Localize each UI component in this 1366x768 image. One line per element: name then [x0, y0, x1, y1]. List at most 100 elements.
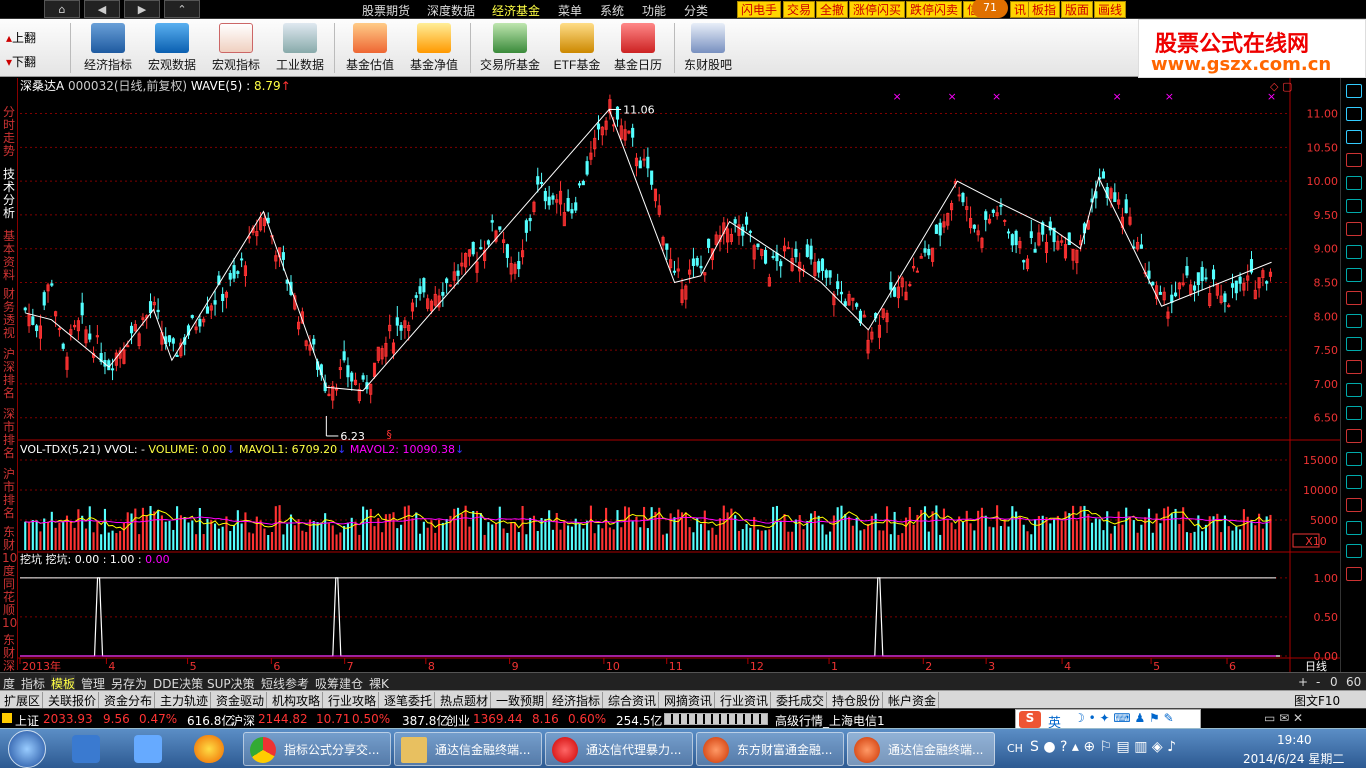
left-tab-4[interactable]: 沪深排名	[2, 348, 16, 400]
extension-tab-8[interactable]: 热点题材	[438, 692, 492, 709]
tool-exchange-fund[interactable]: 交易所基金	[478, 21, 542, 75]
tool-macro-data[interactable]: 宏观数据	[140, 21, 204, 75]
up-button[interactable]: ⌃	[164, 0, 200, 18]
tool-industry-data[interactable]: 工业数据	[268, 21, 332, 75]
quick-cancel-all[interactable]: 全撤	[816, 1, 849, 18]
ime-tools-icon[interactable]: ☽ • ✦ ⌨ ♟ ⚑ ✎	[1074, 711, 1174, 725]
extension-tab-2[interactable]: 资金分布	[102, 692, 156, 709]
menu-item-depth[interactable]: 深度数据	[427, 2, 475, 19]
f5-icon[interactable]	[1346, 544, 1362, 558]
menu-item-system[interactable]: 系统	[600, 2, 624, 19]
task-eastmoney[interactable]: 东方财富通金融...	[696, 732, 844, 766]
f10-icon[interactable]	[1346, 291, 1362, 305]
extension-tab-10[interactable]: 经济指标	[550, 692, 604, 709]
task-tdx-1[interactable]: 通达信金融终端...	[394, 732, 542, 766]
quick-limit-down-sell[interactable]: 跌停闪卖	[906, 1, 963, 18]
left-arrow-icon[interactable]	[1346, 84, 1362, 98]
extension-tab-11[interactable]: 综合资讯	[606, 692, 660, 709]
kline-chart[interactable]: 11.0010.5010.009.509.008.508.007.507.006…	[0, 78, 1340, 672]
left-tab-7[interactable]: 东财10度	[2, 526, 17, 578]
page-down-button[interactable]: ▾下翻	[6, 53, 36, 70]
left-tab-3[interactable]: 财务透视	[2, 288, 16, 340]
list-icon[interactable]	[1346, 268, 1362, 282]
grid-icon[interactable]	[1346, 222, 1362, 236]
wave-icon[interactable]	[1346, 406, 1362, 420]
forward-button[interactable]: ▶	[124, 0, 160, 18]
move-icon[interactable]	[1346, 475, 1362, 489]
extension-tab-15[interactable]: 持仓股份	[830, 692, 884, 709]
bars-icon[interactable]	[1346, 452, 1362, 466]
zoom-control-2[interactable]: 0	[1330, 675, 1338, 689]
left-tab-8[interactable]: 同花顺10	[2, 578, 17, 630]
menu-item-econ-fund[interactable]: 经济基金	[492, 2, 540, 19]
quick-layout[interactable]: 版面	[1061, 1, 1094, 18]
left-tab-2[interactable]: 基本资料	[2, 230, 16, 282]
tool-fund-valuation[interactable]: 基金估值	[338, 21, 402, 75]
plus-icon[interactable]	[1346, 498, 1362, 512]
extension-tab-5[interactable]: 机构攻略	[270, 692, 324, 709]
chart-area[interactable]: 11.00 10.50 10.00 9.50 9.00 8.50 8.00 7.50 7.00 6…	[0, 78, 1366, 688]
doc-icon[interactable]	[1346, 153, 1362, 167]
green-icon[interactable]	[1346, 567, 1362, 581]
ime-toolbar[interactable]: S 英 ☽ • ✦ ⌨ ♟ ⚑ ✎	[1015, 709, 1201, 731]
extension-tab-7[interactable]: 逐笔委托	[382, 692, 436, 709]
notification-badge[interactable]: 71	[972, 0, 1008, 18]
up-arrow-icon[interactable]	[1346, 107, 1362, 121]
tool-fund-nav[interactable]: 基金净值	[402, 21, 466, 75]
language-indicator[interactable]: CH	[1007, 742, 1023, 755]
clock-time[interactable]: 19:40	[1277, 733, 1312, 747]
media-player-icon[interactable]	[72, 735, 100, 763]
f10-tab[interactable]: 图文F10	[1292, 692, 1342, 709]
left-tab-1[interactable]: 技术分析	[2, 168, 16, 220]
task-tdx-2[interactable]: 通达信金融终端...	[847, 732, 995, 766]
quick-draw-line[interactable]: 画线	[1094, 1, 1127, 18]
quick-limit-up-buy[interactable]: 涨停闪买	[849, 1, 906, 18]
extension-tab-12[interactable]: 网摘资讯	[662, 692, 716, 709]
extension-tab-4[interactable]: 资金驱动	[214, 692, 268, 709]
zoom-control-0[interactable]: +	[1298, 675, 1308, 689]
pencil-icon[interactable]	[1346, 521, 1362, 535]
quick-xun[interactable]: 讯	[1010, 1, 1031, 18]
box2-icon[interactable]	[1346, 314, 1362, 328]
tool-econ-indicators[interactable]: 经济指标	[76, 21, 140, 75]
fiz-icon[interactable]	[1346, 337, 1362, 351]
window-controls[interactable]: ▭ ✉ ✕	[1264, 711, 1303, 725]
menu-item-category[interactable]: 分类	[684, 2, 708, 19]
extension-tab-9[interactable]: 一致预期	[494, 692, 548, 709]
menu-item-stocks[interactable]: 股票期货	[362, 2, 410, 19]
clock-date[interactable]: 2014/6/24 星期二	[1243, 750, 1344, 767]
menu-item-function[interactable]: 功能	[642, 2, 666, 19]
tray-icons[interactable]: S ● ? ▴ ⊕ ⚐ ▤ ▥ ◈ ♪	[1030, 739, 1176, 755]
zoom-control-3[interactable]: 60	[1346, 675, 1361, 689]
chart-icon[interactable]	[1346, 199, 1362, 213]
extension-tab-13[interactable]: 行业资讯	[718, 692, 772, 709]
quick-board-index[interactable]: 板指	[1028, 1, 1061, 18]
left-tab-6[interactable]: 沪市排名	[2, 468, 16, 520]
menu-item-menu[interactable]: 菜单	[558, 2, 582, 19]
page-up-button[interactable]: ▴上翻	[6, 29, 36, 46]
left-tab-5[interactable]: 深市排名	[2, 408, 16, 460]
circle-icon[interactable]	[1346, 383, 1362, 397]
paint-icon[interactable]	[194, 735, 224, 763]
tool-eastmoney-forum[interactable]: 东财股吧	[676, 21, 740, 75]
table-icon[interactable]	[1346, 176, 1362, 190]
left-tab-0[interactable]: 分时走势	[2, 106, 16, 158]
data-feed-label[interactable]: 高级行情_上海电信1	[775, 712, 885, 729]
extension-tab-16[interactable]: 帐户资金	[886, 692, 940, 709]
extension-tab-14[interactable]: 委托成交	[774, 692, 828, 709]
tool-macro-indicators[interactable]: 宏观指标	[204, 21, 268, 75]
box-icon[interactable]	[1346, 245, 1362, 259]
desktop-icon[interactable]	[134, 735, 162, 763]
zoom-control-1[interactable]: -	[1316, 675, 1320, 689]
extension-tab-6[interactable]: 行业攻略	[326, 692, 380, 709]
down-arrow-icon[interactable]	[1346, 130, 1362, 144]
quick-lightning[interactable]: 闪电手	[737, 1, 782, 18]
refresh-icon[interactable]	[1346, 360, 1362, 374]
rsi-icon[interactable]	[1346, 429, 1362, 443]
start-button[interactable]	[8, 730, 46, 768]
task-chrome[interactable]: 指标公式分享交...	[243, 732, 391, 766]
extension-tab-0[interactable]: 扩展区	[2, 692, 44, 709]
extension-tab-3[interactable]: 主力轨迹	[158, 692, 212, 709]
home-button[interactable]: ⌂	[44, 0, 80, 18]
task-tdx-agent[interactable]: 通达信代理暴力...	[545, 732, 693, 766]
